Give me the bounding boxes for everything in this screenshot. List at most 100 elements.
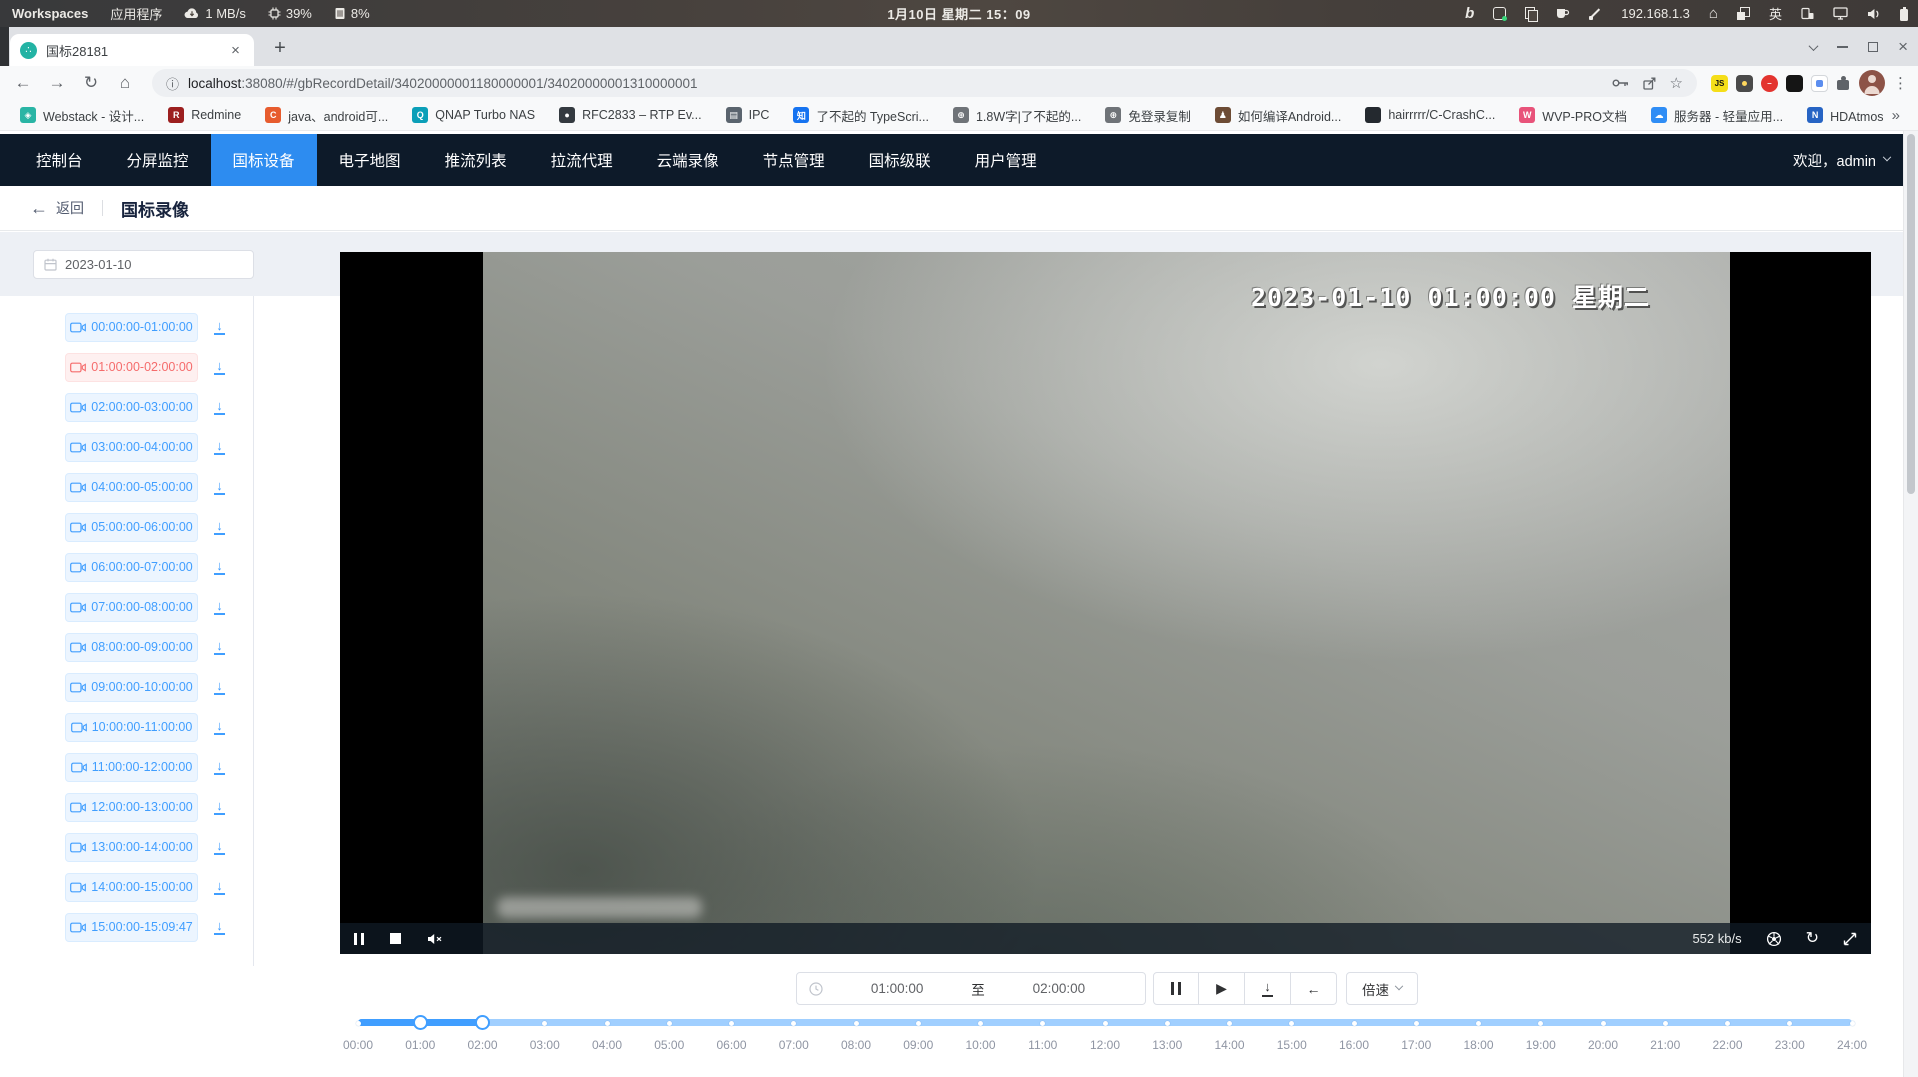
tray-screenshot-app-icon[interactable] [1493,7,1506,20]
extension-black-icon[interactable] [1786,75,1803,92]
playback-speed-dropdown[interactable]: 倍速 [1346,972,1418,1005]
nav-tab[interactable]: 控制台 [14,134,105,186]
back-arrow-icon[interactable]: ← [30,198,48,219]
download-icon[interactable]: ↓ [214,839,225,855]
tray-clipboard-icon[interactable] [1525,7,1536,20]
system-clock[interactable]: 1月10日 星期二 15：09 [887,0,1030,27]
back-icon[interactable]: ← [10,70,36,96]
window-close-button[interactable]: × [1898,38,1908,55]
reload-icon[interactable]: ↻ [78,70,104,96]
download-icon[interactable]: ↓ [214,879,225,895]
welcome-admin-menu[interactable]: 欢迎，admin [1793,134,1918,186]
download-icon[interactable]: ↓ [214,479,225,495]
bookmark-item[interactable]: ⊕ 1.8W字|了不起的... [945,103,1089,128]
play-button[interactable]: ▶ [1199,972,1245,1005]
bookmark-item[interactable]: W WVP-PRO文档 [1511,103,1635,128]
snapshot-aperture-icon[interactable] [1766,931,1782,947]
tray-phonelink-icon[interactable] [1801,7,1814,20]
download-icon[interactable]: ↓ [214,719,225,735]
refresh-icon[interactable]: ↻ [1806,931,1819,947]
new-tab-button[interactable]: + [268,36,292,60]
fullscreen-icon[interactable] [1843,932,1857,946]
tab-search-icon[interactable] [1810,38,1817,56]
bookmark-item[interactable]: ● RFC2833 – RTP Ev... [551,104,710,126]
nav-tab[interactable]: 推流列表 [423,134,529,186]
tray-battery-icon[interactable] [1900,7,1908,21]
bookmark-item[interactable]: ◈ Webstack - 设计... [12,103,152,128]
profile-avatar[interactable] [1859,70,1885,96]
bookmark-item[interactable]: C java、android可... [257,103,396,128]
tray-volume-icon[interactable] [1867,8,1881,20]
recording-segment-button[interactable]: 11:00:00-12:00:00 [65,753,198,782]
bookmark-star-icon[interactable]: ☆ [1670,74,1683,92]
tray-ip-address[interactable]: 192.168.1.3 [1621,6,1690,21]
video-player[interactable]: 2023-01-10 01:00:00 星期二 552 kb/s ↻ [340,252,1871,954]
window-maximize-button[interactable] [1868,42,1878,52]
workspaces-button[interactable]: Workspaces [12,6,88,21]
player-mute-icon[interactable] [427,933,443,945]
bookmark-item[interactable]: ♟ 如何编译Android... [1207,103,1350,128]
address-bar[interactable]: ⓘ localhost :38080/#/gbRecordDetail/3402… [152,69,1697,97]
window-minimize-button[interactable] [1837,46,1848,48]
tray-display-icon[interactable] [1833,7,1848,20]
recording-segment-button[interactable]: 13:00:00-14:00:00 [65,833,198,862]
nav-tab[interactable]: 国标设备 [211,134,317,186]
recording-segment-button[interactable]: 09:00:00-10:00:00 [65,673,198,702]
pause-button[interactable] [1153,972,1199,1005]
download-icon[interactable]: ↓ [214,799,225,815]
nav-tab[interactable]: 拉流代理 [529,134,635,186]
tab-close-icon[interactable]: × [227,42,244,59]
download-icon[interactable]: ↓ [214,359,225,375]
recording-segment-button[interactable]: 12:00:00-13:00:00 [65,793,198,822]
recording-segment-button[interactable]: 03:00:00-04:00:00 [65,433,198,462]
browser-home-icon[interactable]: ⌂ [112,70,138,96]
end-time-value[interactable]: 02:00:00 [985,981,1133,996]
download-icon[interactable]: ↓ [214,599,225,615]
recording-segment-button[interactable]: 07:00:00-08:00:00 [65,593,198,622]
extensions-puzzle-icon[interactable] [1836,76,1851,91]
share-icon[interactable] [1643,77,1656,90]
download-icon[interactable]: ↓ [214,519,225,535]
bookmark-item[interactable]: ▤ IPC [718,104,778,126]
download-icon[interactable]: ↓ [214,439,225,455]
nav-tab[interactable]: 用户管理 [953,134,1059,186]
bookmark-item[interactable]: ☁ 服务器 - 轻量应用... [1643,103,1791,128]
download-icon[interactable]: ↓ [214,919,225,935]
bookmark-item[interactable]: hairrrrr/C-CrashC... [1357,104,1503,126]
recording-segment-button[interactable]: 15:00:00-15:09:47 [65,913,198,942]
extension-js-icon[interactable]: JS [1711,75,1728,92]
extension-dark-icon[interactable] [1736,75,1753,92]
forward-icon[interactable]: → [44,70,70,96]
download-icon[interactable]: ↓ [214,559,225,575]
recording-segment-button[interactable]: 02:00:00-03:00:00 [65,393,198,422]
browser-tab[interactable]: ∴ 国标28181 × [10,34,254,66]
network-speed-indicator[interactable]: 1 MB/s [184,6,245,21]
recording-segment-button[interactable]: 04:00:00-05:00:00 [65,473,198,502]
tray-coffee-icon[interactable] [1555,7,1570,20]
time-range-input[interactable]: 01:00:00 至 02:00:00 [796,972,1146,1005]
site-info-icon[interactable]: ⓘ [166,74,179,93]
browser-menu-icon[interactable]: ⋮ [1893,74,1908,92]
nav-tab[interactable]: 国标级联 [847,134,953,186]
start-time-value[interactable]: 01:00:00 [823,981,971,996]
tray-color-picker-icon[interactable] [1589,7,1602,20]
player-pause-icon[interactable] [354,933,364,945]
back-button[interactable]: 返回 [56,198,84,218]
password-key-icon[interactable] [1612,78,1629,88]
download-icon[interactable]: ↓ [214,679,225,695]
nav-tab[interactable]: 分屏监控 [105,134,211,186]
cpu-usage-indicator[interactable]: 39% [268,6,312,21]
recording-segment-button[interactable]: 00:00:00-01:00:00 [65,313,198,342]
nav-tab[interactable]: 电子地图 [317,134,423,186]
bookmark-item[interactable]: Q QNAP Turbo NAS [404,104,543,126]
download-icon[interactable]: ↓ [214,639,225,655]
scrollbar-thumb[interactable] [1907,134,1915,494]
recording-segment-button[interactable]: 10:00:00-11:00:00 [65,713,198,742]
tray-home-icon[interactable]: ⌂ [1709,5,1718,22]
recording-segment-button[interactable]: 14:00:00-15:00:00 [65,873,198,902]
tray-windows-icon[interactable] [1737,7,1750,20]
applications-button[interactable]: 应用程序 [110,4,162,23]
nav-tab[interactable]: 云端录像 [635,134,741,186]
memory-usage-indicator[interactable]: 8% [334,6,370,21]
recording-segment-button[interactable]: 05:00:00-06:00:00 [65,513,198,542]
